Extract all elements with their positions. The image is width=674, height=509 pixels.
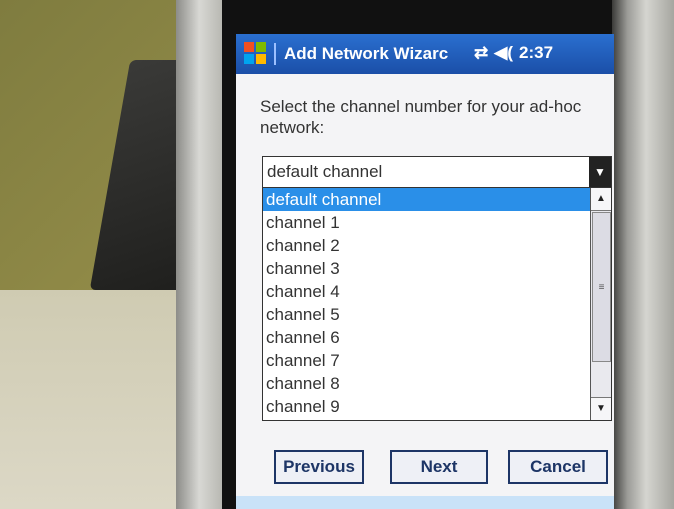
title-separator [274, 43, 276, 65]
list-item[interactable]: channel 3 [263, 257, 611, 280]
list-item[interactable]: channel 7 [263, 349, 611, 372]
status-icons: ⇄ ◀︎( 2:37 [474, 43, 559, 63]
previous-button[interactable]: Previous [274, 450, 364, 484]
scroll-up-arrow-icon[interactable]: ▲ [591, 188, 611, 211]
clock-time[interactable]: 2:37 [519, 43, 553, 62]
network-connection-icon[interactable]: ⇄ [474, 43, 488, 62]
command-bar-strip [236, 496, 614, 509]
window-title: Add Network Wizarc [284, 44, 449, 63]
channel-prompt-text: Select the channel number for your ad-ho… [260, 97, 582, 137]
scroll-thumb[interactable]: ≡ [592, 212, 611, 362]
speaker-icon[interactable]: ◀︎( [494, 43, 513, 62]
next-button[interactable]: Next [390, 450, 488, 484]
chevron-down-icon[interactable]: ▼ [589, 157, 611, 187]
cancel-button[interactable]: Cancel [508, 450, 608, 484]
list-item[interactable]: channel 1 [263, 211, 611, 234]
channel-combo-box[interactable]: default channel ▼ [262, 156, 612, 188]
list-item[interactable]: default channel [263, 188, 611, 211]
combo-selected-value: default channel [267, 162, 383, 181]
list-scrollbar[interactable]: ▲ ≡ ▼ [590, 188, 611, 420]
title-bar: Add Network Wizarc ⇄ ◀︎( 2:37 [236, 34, 614, 74]
scroll-down-arrow-icon[interactable]: ▼ [591, 397, 611, 420]
list-item[interactable]: channel 5 [263, 303, 611, 326]
channel-dropdown-list[interactable]: default channel channel 1 channel 2 chan… [262, 187, 612, 421]
list-item[interactable]: channel 8 [263, 372, 611, 395]
windows-logo-icon[interactable] [244, 42, 268, 66]
list-item[interactable]: channel 4 [263, 280, 611, 303]
list-item[interactable]: channel 6 [263, 326, 611, 349]
device-frame-right [612, 0, 674, 509]
list-item[interactable]: channel 2 [263, 234, 611, 257]
list-item[interactable]: channel 9 [263, 395, 611, 418]
device-screen: Add Network Wizarc ⇄ ◀︎( 2:37 Select the c… [236, 34, 614, 509]
